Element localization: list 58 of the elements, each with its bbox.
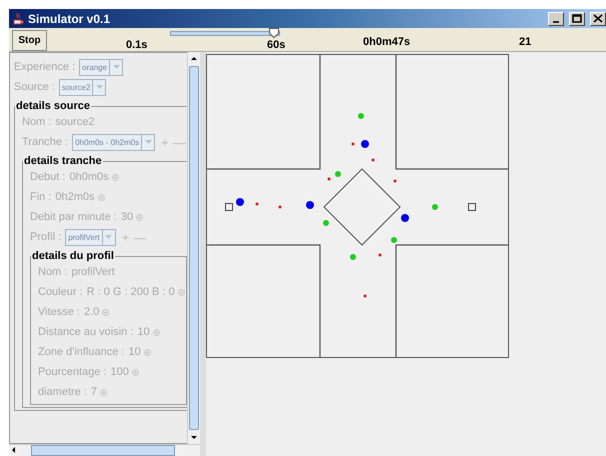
maximize-icon <box>572 14 582 23</box>
field-label: Tranche : <box>22 136 68 148</box>
slider-max-label: 60s <box>267 39 286 51</box>
stop-button[interactable]: Stop <box>12 30 47 51</box>
field-value: 10 <box>128 346 141 358</box>
field-label: Source : <box>14 81 55 93</box>
group-title: details du profil <box>31 250 115 262</box>
field-value: source2 <box>55 116 94 128</box>
spinner-icon[interactable] <box>152 328 160 336</box>
horizontal-scrollbar[interactable] <box>9 444 200 456</box>
field-label: Vitesse : <box>38 306 80 318</box>
time-slider[interactable] <box>170 31 280 36</box>
maximize-button[interactable] <box>569 12 585 26</box>
group-title: details source <box>15 100 91 112</box>
spinner-icon[interactable] <box>132 368 139 376</box>
field-label: Debit par minute : <box>30 211 117 223</box>
field-label: Nom : <box>22 116 52 128</box>
elapsed-time: 0h0m47s <box>363 36 410 48</box>
field-value: 0h0m0s <box>69 171 109 183</box>
spinner-icon[interactable] <box>136 214 144 220</box>
minimize-button[interactable] <box>548 12 564 26</box>
field-label: Couleur : <box>38 286 83 298</box>
spinner-icon[interactable] <box>144 348 151 356</box>
caret-icon <box>112 65 120 69</box>
field-value: 0h2m0s <box>55 191 95 203</box>
close-button[interactable] <box>590 12 606 26</box>
field-value: 30 <box>120 211 134 223</box>
field-label: Fin : <box>30 191 52 203</box>
field-label: Debut : <box>30 171 66 183</box>
window-title: Simulator v0.1 <box>28 12 110 26</box>
group-title: details tranche <box>23 155 103 167</box>
field-value: R : 0 G : 200 B : 0 <box>86 286 175 298</box>
spinner-icon[interactable] <box>112 174 119 180</box>
field-label: Distance au voisin : <box>38 326 134 338</box>
field-value: 10 <box>137 326 150 338</box>
spinner-icon[interactable] <box>100 388 108 396</box>
field-value: 100 <box>110 366 129 378</box>
field-label: Experience : <box>14 61 76 73</box>
coffee-cup-icon <box>12 12 24 26</box>
field-label: Profil : <box>30 231 62 243</box>
close-icon <box>593 14 603 23</box>
agent-count: 21 <box>519 36 532 48</box>
spinner-icon[interactable] <box>102 308 110 316</box>
field-label: Zone d'influance : <box>38 346 124 358</box>
field-label: diametre : <box>38 386 87 398</box>
field-label: Pourcentage : <box>38 366 106 378</box>
field-value: 2.0 <box>84 306 100 318</box>
spinner-icon[interactable] <box>178 288 185 296</box>
field-value: 7 <box>90 386 98 398</box>
caret-icon <box>105 235 112 239</box>
field-label: Nom : <box>38 266 68 278</box>
caret-icon <box>96 85 103 89</box>
vertical-scrollbar[interactable] <box>187 52 200 444</box>
caret-icon <box>144 140 152 144</box>
minimize-icon <box>553 20 559 22</box>
field-value: profilVert <box>71 266 115 278</box>
slider-min-label: 0.1s <box>126 39 148 51</box>
spinner-icon[interactable] <box>98 194 105 200</box>
